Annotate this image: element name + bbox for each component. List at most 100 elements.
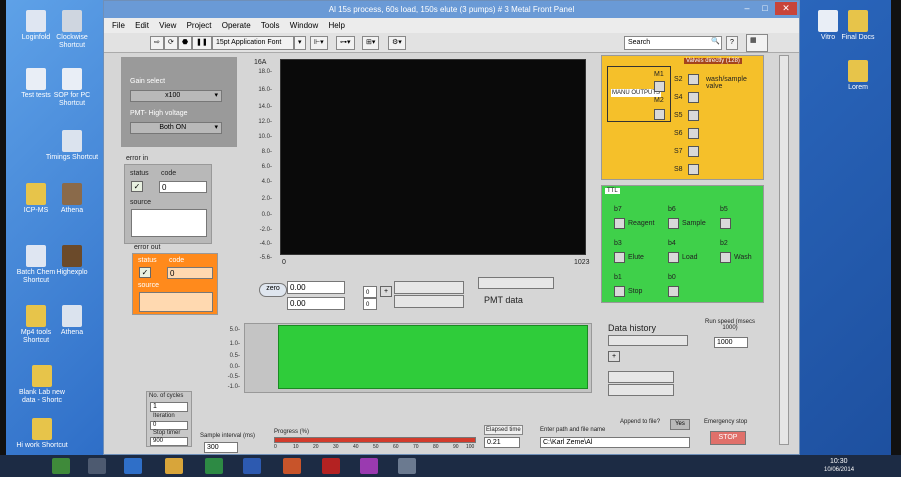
- valve-s8-toggle[interactable]: [688, 164, 699, 175]
- taskbar-labview-icon[interactable]: [398, 458, 416, 474]
- sample-interval-input[interactable]: 300: [204, 442, 238, 453]
- path-label: Enter path and file name: [540, 427, 606, 433]
- app-icon: [26, 10, 46, 32]
- menu-help[interactable]: Help: [328, 21, 344, 30]
- array-index-1[interactable]: 0: [363, 286, 377, 298]
- y-tick: -1.0-: [227, 384, 240, 390]
- valve-s5-toggle[interactable]: [688, 110, 699, 121]
- search-icon[interactable]: 🔍: [708, 36, 723, 50]
- taskbar-acrobat-icon[interactable]: [322, 458, 340, 474]
- valves-panel: Valves directly (128) MANU OUTPUTS M1 M2…: [601, 55, 764, 180]
- menu-project[interactable]: Project: [187, 21, 212, 30]
- run-arrow-icon[interactable]: ⇨: [150, 36, 164, 50]
- desktop-icon[interactable]: SOP for PC Shortcut: [44, 68, 100, 108]
- desktop-icon[interactable]: Clockwise Shortcut: [44, 10, 100, 50]
- ttl-b3-toggle[interactable]: [614, 252, 625, 263]
- desktop-icon[interactable]: Timings Shortcut: [44, 130, 100, 162]
- progress-tick: 40: [353, 444, 359, 450]
- abort-icon[interactable]: ⬣: [178, 36, 193, 50]
- reorder-icon[interactable]: ⚙▾: [388, 36, 406, 50]
- font-select[interactable]: 15pt Application Font: [212, 36, 294, 50]
- folder-icon: [26, 183, 46, 205]
- maximize-button[interactable]: □: [757, 2, 773, 15]
- menu-tools[interactable]: Tools: [261, 21, 280, 30]
- desktop-icon[interactable]: Athena: [44, 183, 100, 215]
- ttl-b7-toggle[interactable]: [614, 218, 625, 229]
- desktop-icon[interactable]: Hi work Shortcut: [14, 418, 70, 450]
- chevron-down-icon[interactable]: ▾: [294, 36, 306, 50]
- desktop-icon[interactable]: Athena: [44, 305, 100, 337]
- pause-icon[interactable]: ❚❚: [192, 36, 212, 50]
- zero-button[interactable]: zero: [259, 283, 287, 297]
- gain-select[interactable]: x100 ▾: [130, 90, 222, 102]
- ttl-b0-toggle[interactable]: [668, 286, 679, 297]
- m1-toggle[interactable]: [654, 81, 665, 92]
- vertical-scrollbar[interactable]: [779, 55, 789, 445]
- desktop-icon[interactable]: Blank Lab new data - Shortc: [14, 365, 70, 405]
- error-in-code[interactable]: 0: [159, 181, 207, 193]
- menu-edit[interactable]: Edit: [135, 21, 149, 30]
- run-continuous-icon[interactable]: ⟳: [164, 36, 178, 50]
- history-index-icon[interactable]: +: [608, 351, 620, 362]
- window-title: Al 15s process, 60s load, 150s elute (3 …: [328, 5, 575, 14]
- taskbar-explorer-icon[interactable]: [165, 458, 183, 474]
- ttl-b2-toggle[interactable]: [720, 252, 731, 263]
- menu-window[interactable]: Window: [290, 21, 318, 30]
- ttl-b3-label: Elute: [628, 254, 644, 261]
- m2-toggle[interactable]: [654, 109, 665, 120]
- taskbar-excel-icon[interactable]: [205, 458, 223, 474]
- ttl-b6-toggle[interactable]: [668, 218, 679, 229]
- emergency-stop-button[interactable]: STOP: [710, 431, 746, 445]
- valve-s7-toggle[interactable]: [688, 146, 699, 157]
- array-increment-icon[interactable]: +: [380, 286, 392, 297]
- clock-date: 10/06/2014: [824, 467, 855, 473]
- file-path-input[interactable]: C:\Karl Zeme\Al: [540, 437, 690, 448]
- stop-timer-value[interactable]: 900: [150, 437, 188, 446]
- help-icon[interactable]: ?: [726, 36, 738, 50]
- monitor-bezel-right: [891, 0, 901, 477]
- array-index-2[interactable]: 0: [363, 298, 377, 310]
- resize-icon[interactable]: ⊞▾: [362, 36, 380, 50]
- run-speed-input[interactable]: 1000: [714, 337, 748, 348]
- append-yes-button[interactable]: Yes: [670, 419, 690, 430]
- ttl-b4-num: b4: [668, 240, 676, 247]
- error-out-cluster: status code ✓ 0 source: [132, 253, 218, 315]
- taskbar-powerpoint-icon[interactable]: [283, 458, 301, 474]
- taskbar-word-icon[interactable]: [243, 458, 261, 474]
- history-chart[interactable]: [278, 325, 588, 389]
- valve-s6-toggle[interactable]: [688, 128, 699, 139]
- valve-s4-toggle[interactable]: [688, 92, 699, 103]
- error-in-source[interactable]: [131, 209, 207, 237]
- folder-icon: [26, 305, 46, 327]
- ttl-b1-toggle[interactable]: [614, 286, 625, 297]
- menu-file[interactable]: File: [112, 21, 125, 30]
- distribute-icon[interactable]: ⊶▾: [336, 36, 355, 50]
- align-icon[interactable]: ⊩▾: [310, 36, 328, 50]
- desktop-icon[interactable]: Lorem: [830, 60, 886, 92]
- taskbar-ie-icon[interactable]: [124, 458, 142, 474]
- cycles-input[interactable]: 1: [150, 402, 188, 412]
- history-array-1: [608, 371, 674, 383]
- desktop-icon[interactable]: Highexplo: [44, 245, 100, 277]
- pmt-data-scroll[interactable]: [478, 277, 554, 289]
- minimize-button[interactable]: –: [739, 2, 755, 15]
- chevron-down-icon: ▾: [214, 124, 218, 131]
- close-button[interactable]: ✕: [775, 2, 797, 15]
- taskbar-app-icon[interactable]: [88, 458, 106, 474]
- ttl-b4-toggle[interactable]: [668, 252, 679, 263]
- pmt-chart[interactable]: [280, 59, 586, 255]
- error-out-status-label: status: [138, 257, 157, 264]
- menu-operate[interactable]: Operate: [222, 21, 251, 30]
- ttl-b7-label: Reagent: [628, 220, 655, 227]
- history-scroll[interactable]: [608, 335, 688, 346]
- start-icon[interactable]: [52, 458, 70, 474]
- append-label: Append to file?: [620, 419, 661, 425]
- ttl-b5-toggle[interactable]: [720, 218, 731, 229]
- menu-view[interactable]: View: [159, 21, 176, 30]
- pmt-voltage-select[interactable]: Both ON ▾: [130, 122, 222, 134]
- desktop-icon[interactable]: Final Docs: [830, 10, 886, 42]
- valve-s2-toggle[interactable]: [688, 74, 699, 85]
- y-tick: 2.0-: [261, 196, 272, 202]
- taskbar-app-icon[interactable]: [360, 458, 378, 474]
- error-in-status-check[interactable]: ✓: [131, 181, 143, 192]
